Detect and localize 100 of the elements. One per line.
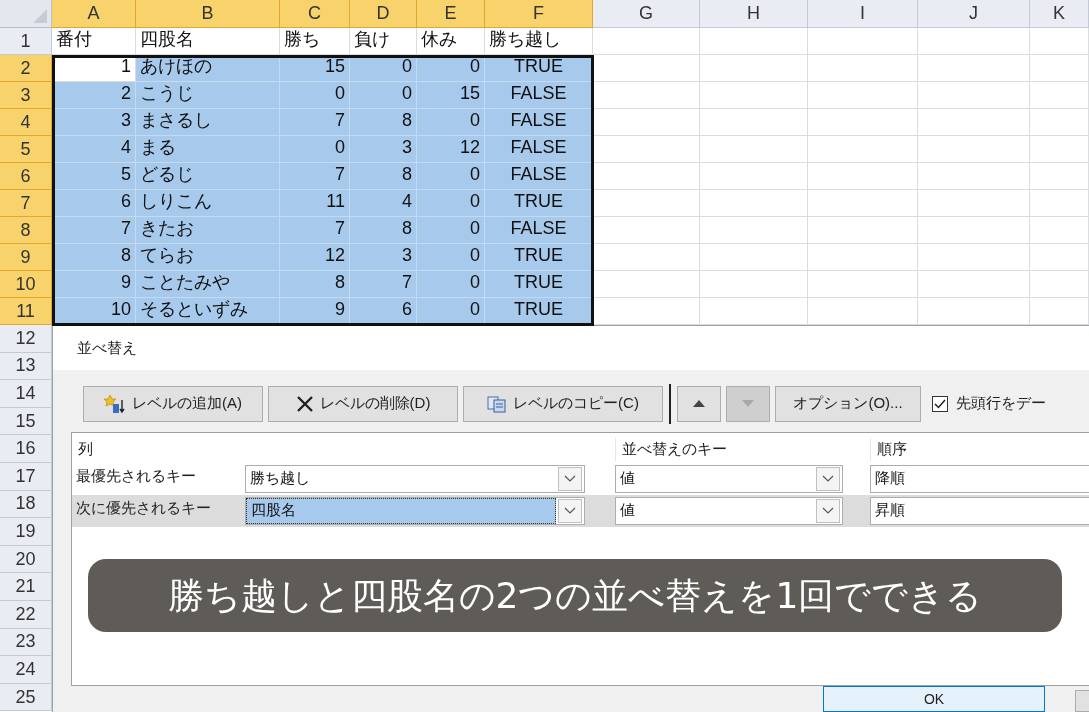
caption-banner: 勝ち越しと四股名の2つの並べ替えを1回でできる	[88, 559, 1062, 632]
column-heading: 順序	[870, 438, 1089, 461]
dialog-title: 並べ替え	[77, 337, 137, 358]
checkbox[interactable]	[932, 395, 948, 412]
checkbox-label[interactable]: 先頭行をデー	[956, 392, 1046, 415]
column-dropdown[interactable]: 四股名	[245, 496, 585, 525]
check-icon	[934, 398, 946, 409]
row-header[interactable]: 24	[0, 656, 52, 684]
select-all-corner[interactable]	[0, 0, 52, 28]
sort-on-dropdown[interactable]: 値	[615, 496, 843, 525]
column-header[interactable]: C	[280, 0, 350, 28]
row-header[interactable]: 7	[0, 190, 52, 217]
table-cell: FALSE	[485, 163, 593, 190]
table-cell: 休み	[417, 28, 485, 55]
table-cell: 0	[417, 271, 485, 298]
table-cell: TRUE	[485, 190, 593, 217]
row-header[interactable]: 20	[0, 545, 52, 574]
chevron-down-icon	[822, 506, 834, 515]
table-cell: 6	[52, 190, 136, 217]
column-header[interactable]: I	[808, 0, 918, 28]
row-header[interactable]: 1	[0, 28, 52, 55]
table-cell: 5	[52, 163, 136, 190]
level-label: 最優先されるキー	[76, 466, 196, 484]
ok-button[interactable]: OK	[823, 686, 1045, 712]
row-header[interactable]: 13	[0, 352, 52, 381]
column-header[interactable]: J	[918, 0, 1030, 28]
table-cell: 0	[350, 82, 417, 109]
order-dropdown[interactable]: 降順	[870, 464, 1089, 493]
copy-icon	[487, 394, 508, 413]
table-cell: 0	[280, 136, 350, 163]
chevron-down-icon	[564, 506, 576, 515]
options-button[interactable]: オプション(O)...	[775, 385, 921, 422]
table-cell: 4	[52, 136, 136, 163]
level-label: 次に優先されるキー	[76, 498, 211, 516]
row-header[interactable]: 21	[0, 573, 52, 601]
dialog-button[interactable]	[1075, 690, 1089, 712]
table-cell: FALSE	[485, 136, 593, 163]
table-cell: きたお	[136, 217, 280, 244]
column-heading: 並べ替えのキー	[615, 438, 870, 461]
add-sort-icon	[104, 393, 126, 414]
column-header[interactable]: F	[485, 0, 593, 28]
table-cell: 8	[350, 217, 417, 244]
chevron-down-icon	[564, 474, 576, 483]
row-header[interactable]: 2	[0, 55, 52, 82]
toolbar-button[interactable]: レベルの削除(D)	[268, 385, 458, 422]
toolbar-button[interactable]: レベルのコピー(C)	[463, 385, 663, 422]
row-header[interactable]: 12	[0, 325, 52, 353]
table-cell: 7	[52, 217, 136, 244]
table-cell: 0	[417, 190, 485, 217]
toolbar-button[interactable]: レベルの追加(A)	[83, 385, 263, 422]
table-cell: 0	[417, 163, 485, 190]
row-header[interactable]: 14	[0, 380, 52, 408]
column-heading: 列	[77, 439, 94, 459]
row-header[interactable]: 9	[0, 244, 52, 271]
row-header[interactable]: 19	[0, 518, 52, 546]
table-cell: FALSE	[485, 109, 593, 136]
row-header[interactable]: 17	[0, 462, 52, 491]
table-cell: 4	[350, 190, 417, 217]
sort-level-row[interactable]: 次に優先されるキー 四股名 値 昇順	[72, 494, 1089, 527]
row-header[interactable]: 6	[0, 163, 52, 190]
column-header[interactable]: E	[417, 0, 485, 28]
column-header[interactable]: A	[52, 0, 136, 28]
row-header[interactable]: 10	[0, 271, 52, 298]
column-header[interactable]: G	[593, 0, 700, 28]
table-cell: 3	[350, 136, 417, 163]
table-cell: 番付	[52, 28, 136, 55]
row-header[interactable]: 8	[0, 217, 52, 244]
table-cell: まさるし	[136, 109, 280, 136]
column-header[interactable]: D	[350, 0, 417, 28]
column-dropdown[interactable]: 勝ち越し	[245, 464, 585, 493]
table-cell: 0	[417, 109, 485, 136]
chevron-down-icon	[822, 474, 834, 483]
row-header[interactable]: 5	[0, 136, 52, 163]
table-cell: 3	[52, 109, 136, 136]
order-dropdown[interactable]: 昇順	[870, 496, 1089, 525]
table-cell: 勝ち越し	[485, 28, 593, 55]
move-up-button[interactable]	[677, 385, 721, 422]
column-header[interactable]: H	[700, 0, 808, 28]
table-cell: TRUE	[485, 244, 593, 271]
table-cell: 8	[350, 163, 417, 190]
table-cell: 7	[280, 163, 350, 190]
row-header[interactable]: 3	[0, 82, 52, 109]
sort-on-dropdown[interactable]: 値	[615, 464, 843, 493]
row-header[interactable]: 23	[0, 628, 52, 657]
table-cell: しりこん	[136, 190, 280, 217]
table-cell: こうじ	[136, 82, 280, 109]
table-cell: 7	[350, 271, 417, 298]
table-cell: TRUE	[485, 271, 593, 298]
row-header[interactable]: 16	[0, 435, 52, 463]
table-cell: どるじ	[136, 163, 280, 190]
row-header[interactable]: 22	[0, 600, 52, 629]
table-cell: 7	[280, 109, 350, 136]
table-cell: 7	[280, 217, 350, 244]
row-header[interactable]: 4	[0, 109, 52, 136]
row-header[interactable]: 11	[0, 298, 52, 325]
column-header[interactable]: K	[1030, 0, 1089, 28]
row-header[interactable]: 25	[0, 683, 52, 712]
column-header[interactable]: B	[136, 0, 280, 28]
row-header[interactable]: 15	[0, 407, 52, 436]
row-header[interactable]: 18	[0, 490, 52, 519]
